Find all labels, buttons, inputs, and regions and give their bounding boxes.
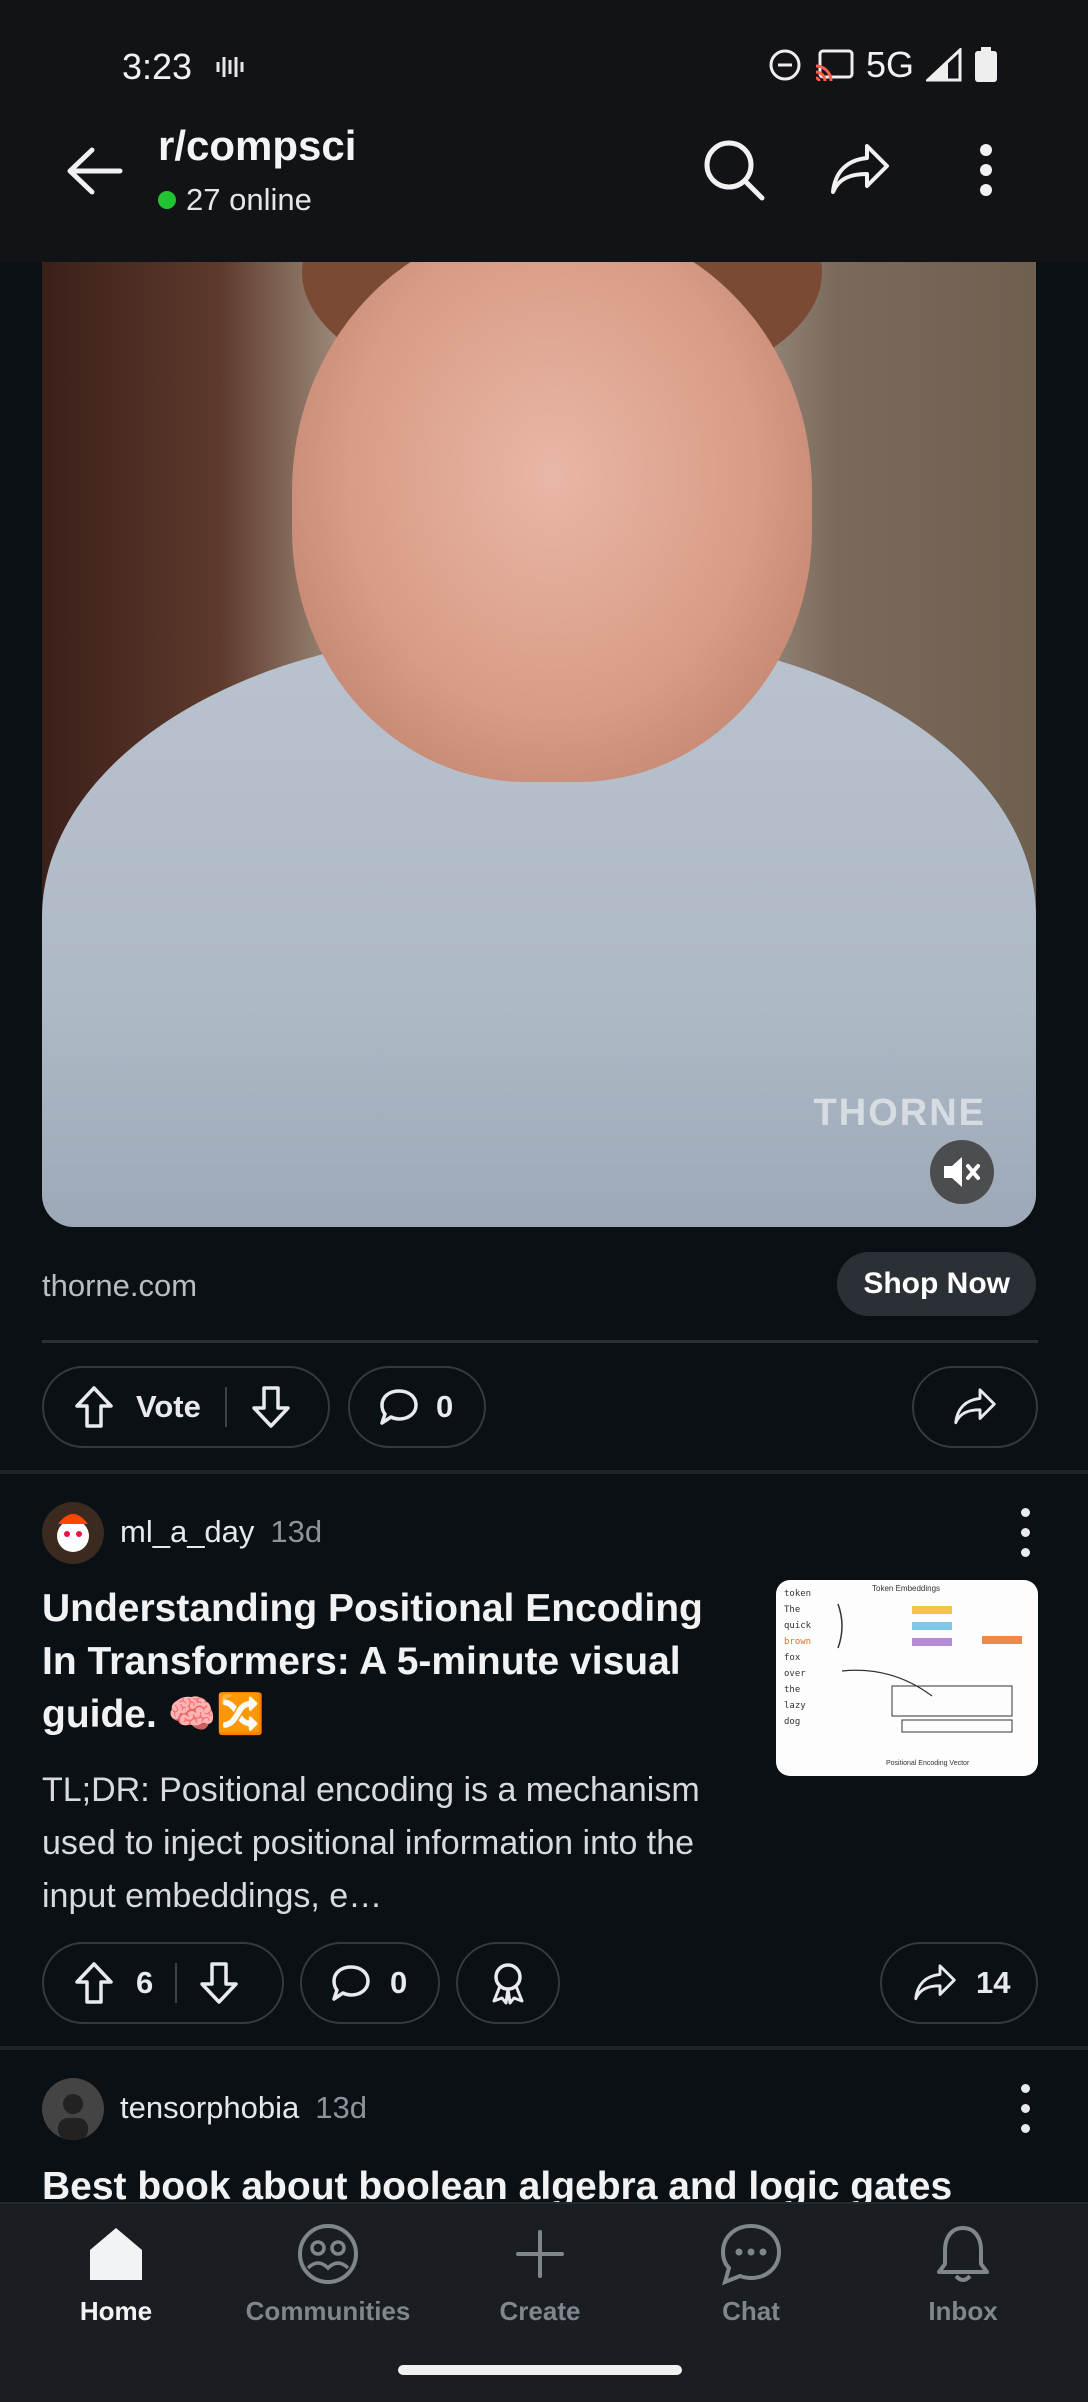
nav-label: Home — [79, 2296, 153, 2326]
battery-icon — [975, 47, 997, 82]
ad-domain[interactable]: thorne.com — [42, 1268, 197, 1304]
thumb-token-list: token The quick brown fox over the lazy … — [784, 1589, 812, 1727]
shop-now-button[interactable]: Shop Now — [837, 1252, 1036, 1316]
post-thumbnail[interactable]: token The quick brown fox over the lazy … — [776, 1580, 1038, 1776]
ad-comments-button[interactable]: 0 — [348, 1366, 486, 1448]
plus-icon — [516, 2230, 564, 2278]
search-icon — [704, 140, 765, 201]
gesture-home-indicator[interactable] — [398, 2365, 682, 2375]
comment-icon — [332, 1965, 370, 2001]
vote-count: 6 — [136, 1965, 154, 2000]
status-time: 3:23 — [122, 46, 193, 87]
comment-icon — [380, 1389, 418, 1425]
nav-inbox[interactable]: Inbox — [863, 2222, 1063, 2327]
post-more-button[interactable] — [1010, 1502, 1040, 1562]
comment-count: 0 — [390, 1965, 408, 2000]
mute-button[interactable] — [930, 1140, 994, 1204]
network-type: 5G — [865, 44, 914, 85]
home-icon — [90, 2228, 142, 2280]
post-author[interactable]: tensorphobia 13d — [120, 2090, 367, 2126]
video-face — [292, 262, 812, 782]
avatar[interactable] — [42, 1502, 104, 1564]
search-button[interactable] — [694, 130, 774, 210]
user-avatar-icon — [42, 2078, 104, 2140]
vote-divider — [224, 1387, 227, 1427]
signal-icon — [926, 48, 962, 82]
ad-video[interactable]: THORNE — [42, 262, 1036, 1227]
video-watermark: THORNE — [813, 1092, 986, 1134]
online-count: 27 online — [158, 182, 312, 218]
chat-icon — [720, 2223, 782, 2286]
post-more-button[interactable] — [1010, 2078, 1040, 2138]
post-comments-button[interactable]: 0 — [300, 1942, 440, 2024]
award-icon — [492, 1963, 524, 2005]
share-icon — [831, 144, 889, 194]
vibrate-icon — [216, 57, 244, 77]
ad-vote-pill: Vote — [42, 1366, 330, 1448]
nav-label: Communities — [245, 2296, 411, 2326]
post-share-button[interactable]: 14 — [880, 1942, 1038, 2024]
muted-speaker-icon — [944, 1157, 980, 1187]
award-button[interactable] — [456, 1942, 560, 2024]
author-name: tensorphobia — [120, 2090, 300, 2125]
subreddit-header: r/compsci 27 online — [0, 100, 1088, 262]
downvote-icon[interactable] — [199, 1961, 239, 2005]
post-body[interactable]: TL;DR: Positional encoding is a mechanis… — [42, 1764, 742, 1923]
back-arrow-icon[interactable] — [60, 136, 130, 206]
nav-label: Inbox — [928, 2296, 998, 2326]
dnd-icon — [769, 49, 801, 81]
nav-chat[interactable]: Chat — [651, 2222, 851, 2327]
ad-share-button[interactable] — [912, 1366, 1038, 1448]
thumb-diagram — [837, 1603, 1022, 1733]
feed[interactable]: THORNE thorne.com Shop Now Vote 0 ml_a_d… — [0, 262, 1088, 2202]
nav-home[interactable]: Home — [16, 2222, 216, 2327]
thumb-caption: Positional Encoding Vector — [886, 1760, 970, 1767]
ad-comment-count: 0 — [436, 1389, 454, 1424]
nav-label: Chat — [722, 2296, 780, 2326]
avatar[interactable] — [42, 2078, 104, 2140]
post-author[interactable]: ml_a_day 13d — [120, 1514, 322, 1550]
share-count: 14 — [976, 1965, 1011, 2000]
nav-create[interactable]: Create — [440, 2222, 640, 2327]
share-button[interactable] — [820, 130, 900, 210]
online-label: 27 online — [186, 182, 312, 217]
upvote-icon[interactable] — [74, 1385, 114, 1429]
share-icon — [954, 1388, 996, 1425]
post-age: 13d — [315, 2090, 367, 2125]
online-dot — [158, 191, 176, 209]
post-title[interactable]: Understanding Positional Encoding In Tra… — [42, 1582, 722, 1741]
cast-icon — [815, 49, 854, 82]
upvote-icon[interactable] — [74, 1961, 114, 2005]
share-icon — [914, 1964, 956, 2001]
ad-separator — [42, 1340, 1038, 1343]
ad-vote-label: Vote — [136, 1389, 201, 1424]
post-age: 13d — [270, 1514, 323, 1549]
communities-icon — [298, 2224, 358, 2284]
downvote-icon[interactable] — [251, 1385, 291, 1429]
post-divider — [0, 1470, 1088, 1474]
nav-communities[interactable]: Communities — [228, 2222, 428, 2327]
more-vertical-icon — [980, 144, 992, 196]
overflow-menu-button[interactable] — [946, 130, 1026, 210]
post-divider — [0, 2046, 1088, 2050]
author-name: ml_a_day — [120, 1514, 255, 1549]
nav-label: Create — [499, 2296, 581, 2326]
post-title[interactable]: Best book about boolean algebra and logi… — [42, 2160, 1042, 2202]
subreddit-name[interactable]: r/compsci — [158, 122, 356, 170]
thumb-embeddings-label: Token Embeddings — [872, 1584, 941, 1593]
snoo-avatar-icon — [42, 1502, 104, 1564]
post-vote-pill: 6 — [42, 1942, 284, 2024]
vote-divider — [175, 1963, 178, 2003]
bell-icon — [937, 2226, 989, 2282]
